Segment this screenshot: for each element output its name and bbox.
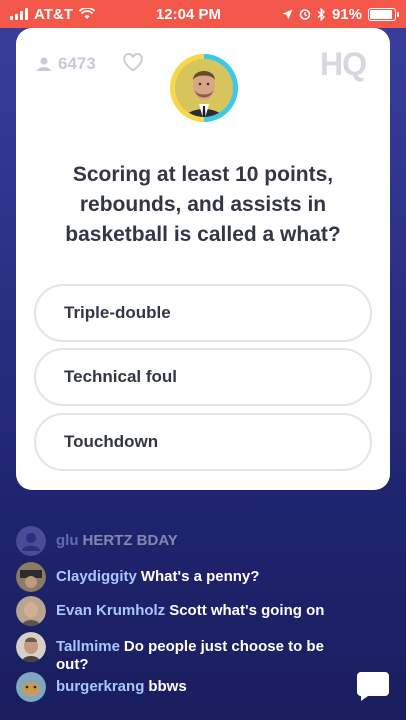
chat-message: burgerkrang bbws <box>16 672 356 702</box>
chat-message: Tallmime Do people just choose to be out? <box>16 632 356 674</box>
viewer-count: 6473 <box>36 54 96 74</box>
chat-message: glu HERTZ BDAY <box>16 526 356 556</box>
question-text: Scoring at least 10 points, rebounds, an… <box>65 163 341 246</box>
avatar <box>16 596 46 626</box>
host-avatar <box>170 54 238 122</box>
answer-label: Triple-double <box>64 303 171 322</box>
chat-bubble-icon[interactable] <box>356 670 390 702</box>
answer-label: Touchdown <box>64 432 159 451</box>
chat-message: Claydiggity What's a penny? <box>16 562 356 592</box>
wifi-icon <box>78 8 95 19</box>
chat-username: burgerkrang <box>56 678 145 695</box>
bluetooth-icon <box>317 7 325 21</box>
chat-text: What's a penny? <box>140 568 260 585</box>
chat-text: Scott what's going on <box>169 602 325 619</box>
avatar <box>16 672 46 702</box>
heart-icon[interactable] <box>122 52 144 74</box>
person-icon <box>37 57 51 71</box>
battery-icon <box>368 7 399 21</box>
hq-logo: HQ <box>320 46 367 82</box>
status-left: AT&T <box>10 6 95 23</box>
chat-message: Evan Krumholz Scott what's going on <box>16 596 356 626</box>
status-right: 91% <box>282 5 399 23</box>
viewer-count-label: 6473 <box>58 54 96 73</box>
carrier-label: AT&T <box>34 5 73 23</box>
chat-username: Claydiggity <box>56 568 137 585</box>
battery-label: 91% <box>331 5 362 23</box>
avatar <box>16 562 46 592</box>
alarm-icon <box>299 9 311 20</box>
clock: 12:04 PM <box>155 5 221 23</box>
battery-fill <box>370 9 392 19</box>
question-card: 6473 HQ Scoring at least 10 points, rebo… <box>16 28 390 490</box>
answer-option-3[interactable]: Touchdown <box>34 413 372 471</box>
chat-username: Evan Krumholz <box>56 602 166 619</box>
signal-bars-icon <box>10 8 28 20</box>
avatar <box>16 526 46 556</box>
chat-text: bbws <box>148 678 187 695</box>
chat-username: glu <box>56 532 79 549</box>
chat-text: HERTZ BDAY <box>82 532 178 549</box>
answer-label: Technical foul <box>64 367 178 386</box>
answer-option-2[interactable]: Technical foul <box>34 348 372 406</box>
chat-username: Tallmime <box>56 638 120 655</box>
avatar <box>16 632 46 662</box>
location-arrow-icon <box>282 9 293 19</box>
answer-option-1[interactable]: Triple-double <box>34 284 372 342</box>
status-bar: AT&T 12:04 PM 91% <box>0 0 406 28</box>
